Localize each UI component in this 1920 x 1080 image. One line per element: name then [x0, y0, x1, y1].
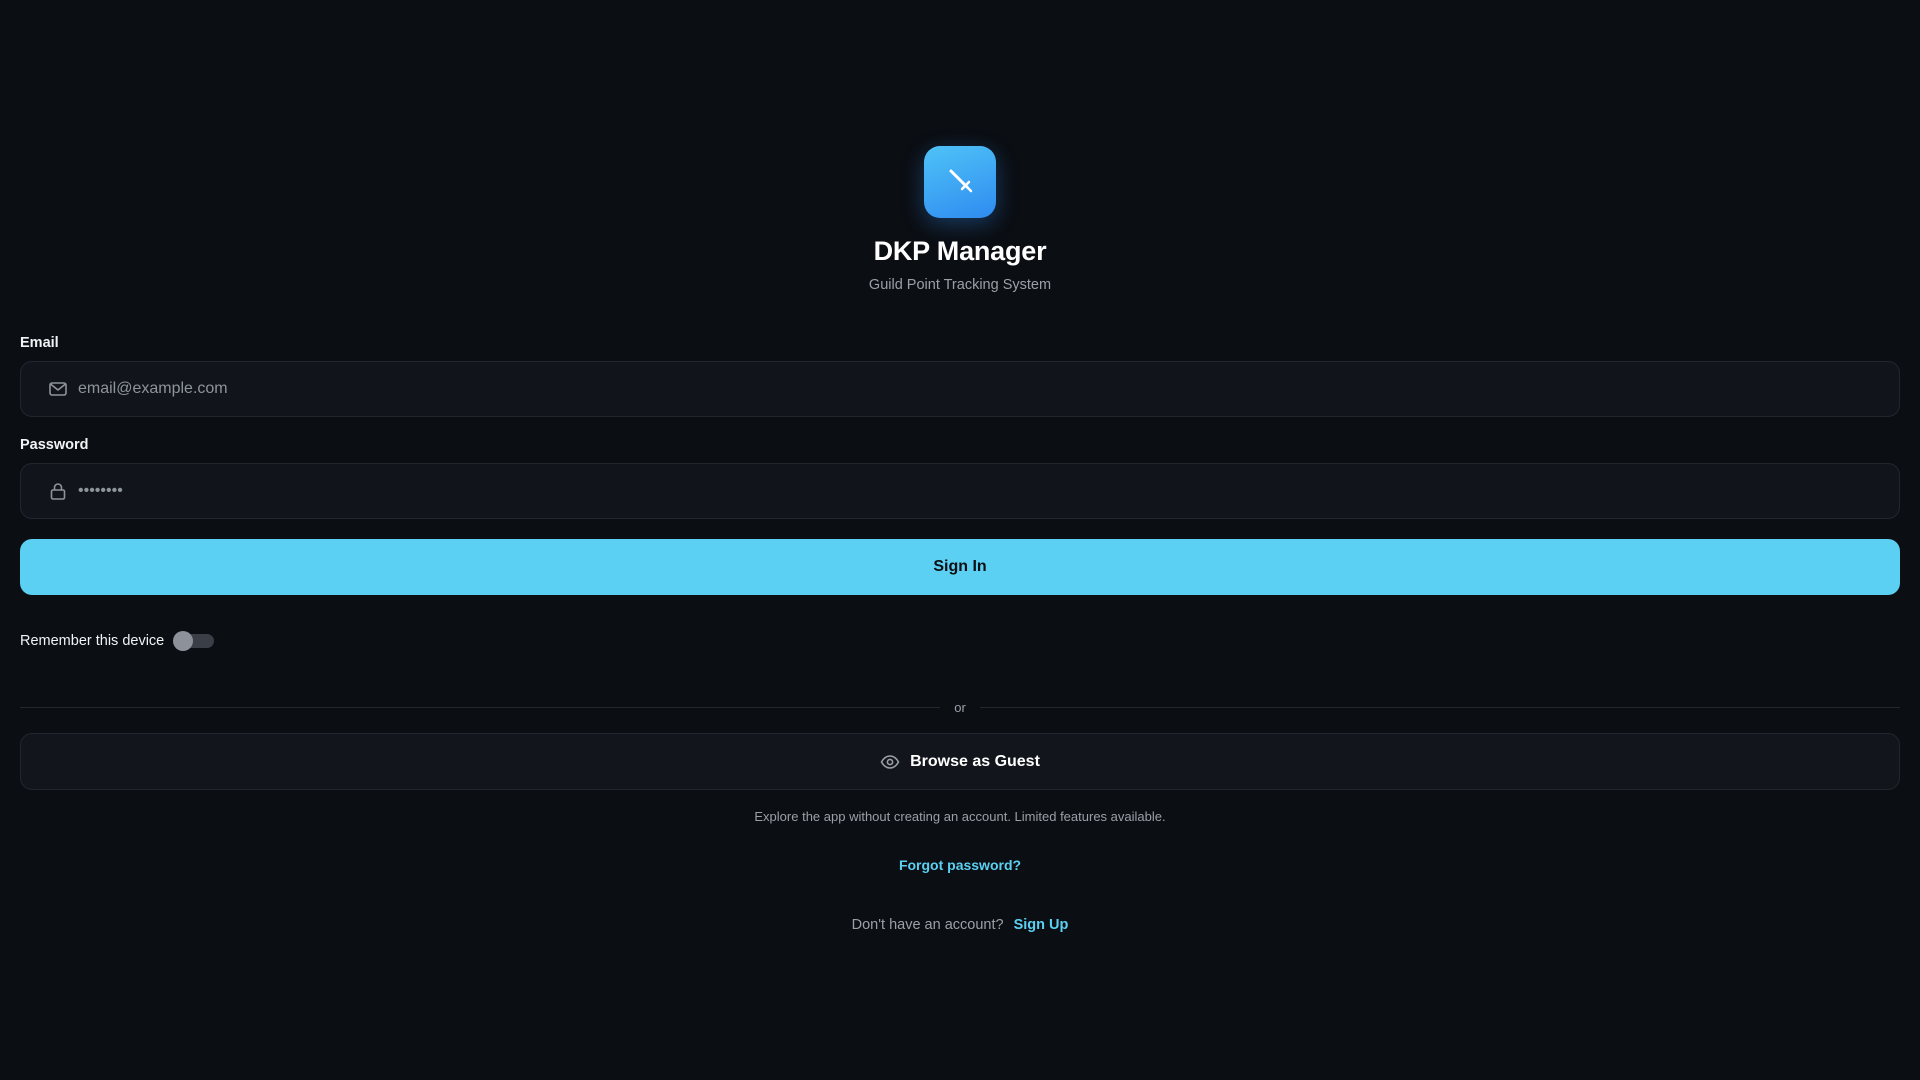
forgot-password-link[interactable]: Forgot password? [0, 857, 1920, 873]
mail-icon [48, 379, 68, 399]
remember-device-label: Remember this device [20, 633, 165, 649]
password-label: Password [20, 437, 89, 453]
email-field[interactable] [76, 361, 1899, 417]
signup-prompt: Don't have an account? [851, 917, 1004, 933]
sign-in-button[interactable]: Sign In [20, 539, 1900, 595]
remember-device-toggle[interactable] [173, 631, 215, 651]
app-logo [924, 146, 996, 218]
lock-icon [48, 481, 68, 501]
remember-device-row: Remember this device [20, 630, 215, 652]
email-field-container[interactable] [20, 361, 1900, 417]
signup-row: Don't have an account? Sign Up [0, 917, 1920, 933]
toggle-knob [173, 631, 194, 651]
sword-icon [943, 163, 977, 202]
password-field[interactable] [76, 463, 1899, 519]
divider-line-right [979, 706, 1900, 708]
app-subtitle: Guild Point Tracking System [868, 277, 1052, 293]
browse-as-guest-button[interactable]: Browse as Guest [20, 733, 1900, 790]
email-label: Email [20, 335, 59, 351]
sign-up-link[interactable]: Sign Up [1014, 917, 1069, 933]
browse-as-guest-label: Browse as Guest [910, 752, 1040, 770]
password-field-container[interactable] [20, 463, 1900, 519]
login-page: DKP Manager Guild Point Tracking System … [0, 0, 1920, 1080]
divider-line-left [20, 706, 941, 708]
guest-note: Explore the app without creating an acco… [754, 809, 1166, 824]
app-title: DKP Manager [873, 236, 1047, 266]
divider-text: or [954, 699, 966, 715]
or-divider: or [20, 697, 1900, 717]
eye-icon [880, 752, 900, 772]
